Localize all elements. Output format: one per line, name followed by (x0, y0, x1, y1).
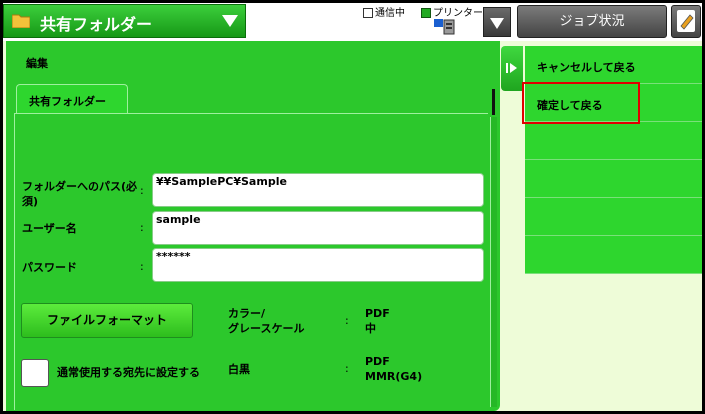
folder-icon (12, 14, 30, 28)
panel-title: 編集 (26, 57, 48, 70)
password-label: パスワード (22, 261, 77, 274)
help-icon (677, 10, 695, 32)
default-destination-label: 通常使用する宛先に設定する (57, 366, 200, 379)
colon: : (140, 260, 144, 273)
printer-status: プリンター (421, 4, 483, 19)
mode-select[interactable]: 共有フォルダー (3, 4, 246, 38)
chevron-down-icon (222, 15, 238, 27)
folder-path-input[interactable]: ¥¥SamplePC¥Sample (152, 173, 484, 207)
screen-frame: 共有フォルダー 通信中 プリンター ジョブ状況 編集 共有フォルダー フォルダー… (3, 3, 702, 411)
folder-path-label: フォルダーへのパス(必須) (22, 180, 138, 208)
status-dropdown-button[interactable] (483, 7, 511, 37)
bw-value: PDF MMR(G4) (365, 354, 422, 384)
bw-compression-value: MMR(G4) (365, 370, 423, 383)
action-panel: キャンセルして戻る 確定して戻る (501, 46, 702, 274)
bw-format-value: PDF (365, 355, 390, 368)
edit-panel: 編集 共有フォルダー フォルダーへのパス(必須) : ¥¥SamplePC¥Sa… (6, 41, 500, 411)
tab-label: 共有フォルダー (29, 95, 106, 108)
comm-status-icon (363, 8, 373, 18)
color-format-value: PDF (365, 307, 390, 320)
menu-item-empty (525, 160, 702, 198)
username-input[interactable]: sample (152, 211, 484, 245)
colon: : (140, 221, 144, 234)
menu-item-empty (525, 198, 702, 236)
comm-status-label: 通信中 (375, 8, 405, 19)
color-mode-label-line1: カラー/ (228, 307, 266, 320)
colon: : (345, 314, 349, 327)
color-compression-value: 中 (365, 322, 376, 335)
scrollbar-thumb[interactable] (492, 89, 495, 115)
chevron-down-icon (490, 18, 504, 29)
help-button[interactable] (671, 5, 701, 38)
panel-toggle-handle[interactable] (501, 46, 523, 91)
username-label: ユーザー名 (22, 222, 77, 235)
file-format-button[interactable]: ファイルフォーマット (21, 303, 193, 338)
menu-item-empty (525, 122, 702, 160)
color-mode-label-line2: グレースケール (228, 322, 305, 335)
job-status-button[interactable]: ジョブ状況 (517, 5, 667, 38)
tab-shared-folder[interactable]: 共有フォルダー (16, 84, 128, 114)
highlight-box (522, 82, 640, 124)
printer-icon (434, 19, 455, 35)
bw-label: 白黒 (228, 363, 250, 376)
cancel-and-return-button[interactable]: キャンセルして戻る (525, 46, 702, 84)
top-bar: 共有フォルダー 通信中 プリンター ジョブ状況 (3, 3, 702, 41)
menu-item-empty (525, 236, 702, 274)
mode-label: 共有フォルダー (40, 15, 153, 34)
color-mode-label: カラー/ グレースケール (228, 306, 304, 336)
menu-item-label: キャンセルして戻る (537, 61, 636, 74)
comm-status: 通信中 (363, 4, 405, 19)
scrollbar-track[interactable] (490, 117, 497, 407)
printer-status-icon (421, 8, 431, 18)
colon: : (345, 362, 349, 375)
play-icon (506, 63, 517, 73)
colon: : (140, 184, 144, 197)
password-input[interactable]: ****** (152, 248, 484, 282)
color-mode-value: PDF 中 (365, 306, 390, 336)
default-destination-checkbox[interactable] (21, 359, 49, 387)
